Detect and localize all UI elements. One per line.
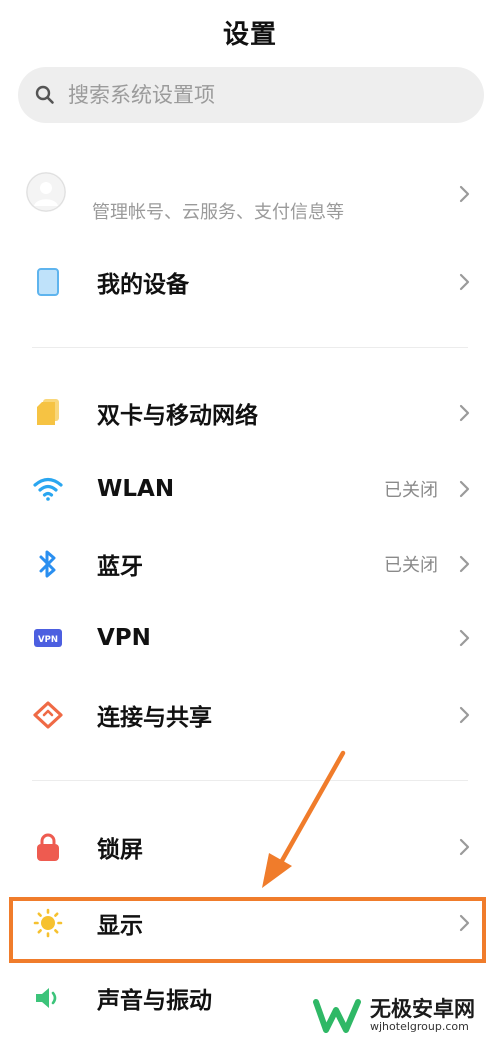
account-subtitle: 管理帐号、云服务、支付信息等 [92, 202, 344, 223]
my-device-row[interactable]: 我的设备 [0, 247, 500, 317]
watermark-url: wjhotelgroup.com [370, 1020, 469, 1033]
search-input[interactable] [66, 82, 470, 108]
section-divider [32, 780, 468, 781]
search-icon [34, 84, 56, 106]
row-label: 声音与振动 [97, 988, 212, 1014]
wifi-icon [30, 471, 66, 507]
annotation-highlight-box [9, 897, 486, 963]
lock-icon [30, 829, 66, 865]
chevron-right-icon [459, 838, 470, 856]
avatar [26, 172, 66, 212]
row-value: 已关闭 [384, 555, 438, 576]
chevron-right-icon [459, 629, 470, 647]
watermark-name: 无极安卓网 [370, 997, 475, 1021]
chevron-right-icon [459, 404, 470, 422]
row-label: 双卡与移动网络 [97, 403, 258, 429]
chevron-right-icon [459, 555, 470, 573]
row-label: WLAN [97, 476, 175, 502]
row-value: 已关闭 [384, 480, 438, 501]
account-row[interactable]: 管理帐号、云服务、支付信息等 [0, 160, 500, 230]
row-label: 锁屏 [97, 837, 143, 863]
chevron-right-icon [459, 185, 470, 203]
device-icon [30, 264, 66, 300]
my-device-label: 我的设备 [97, 272, 189, 298]
search-bar[interactable] [18, 67, 484, 123]
bluetooth-icon [30, 546, 66, 582]
page-title: 设置 [222, 20, 277, 50]
row-lock[interactable]: 锁屏 [0, 812, 500, 882]
share-icon [30, 697, 66, 733]
chevron-right-icon [459, 273, 470, 291]
watermark-logo: 无极安卓网 wjhotelgroup.com [312, 993, 500, 1039]
row-wlan[interactable]: WLAN 已关闭 [0, 454, 500, 524]
row-vpn[interactable]: VPN VPN [0, 603, 500, 673]
vpn-icon: VPN [30, 620, 66, 656]
section-divider [32, 347, 468, 348]
row-bluetooth[interactable]: 蓝牙 已关闭 [0, 529, 500, 599]
speaker-icon [30, 980, 66, 1016]
row-sim[interactable]: 双卡与移动网络 [0, 378, 500, 448]
watermark-icon [313, 999, 361, 1033]
chevron-right-icon [459, 480, 470, 498]
row-label: 连接与共享 [97, 705, 212, 731]
chevron-right-icon [459, 706, 470, 724]
row-share[interactable]: 连接与共享 [0, 680, 500, 750]
row-label: VPN [97, 625, 151, 651]
svg-text:VPN: VPN [38, 635, 58, 645]
row-label: 蓝牙 [97, 554, 143, 580]
sim-card-icon [30, 395, 66, 431]
